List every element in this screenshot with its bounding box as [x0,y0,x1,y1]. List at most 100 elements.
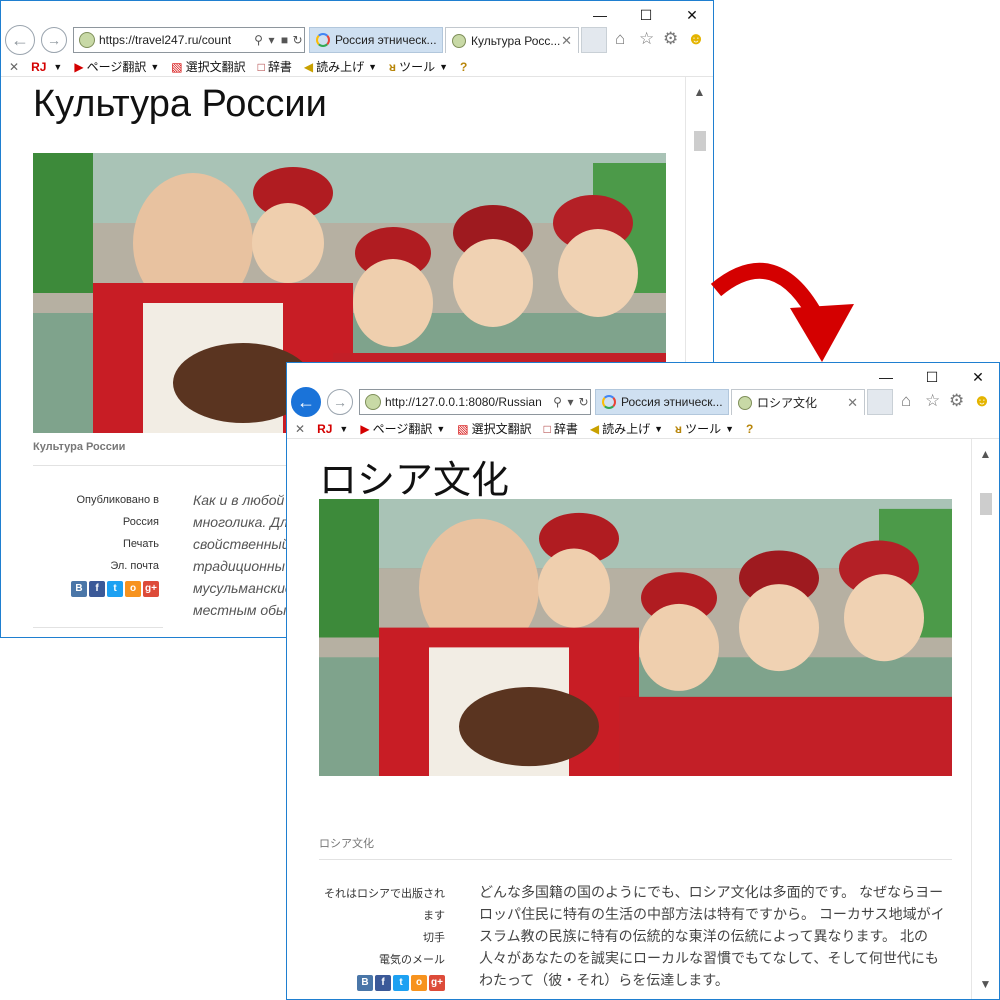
scroll-down-icon[interactable]: ▼ [972,977,999,991]
twitter-icon[interactable]: t [393,975,409,991]
odnoklassniki-icon[interactable]: o [411,975,427,991]
speaker-icon: ◀ [589,421,600,436]
facebook-icon[interactable]: f [375,975,391,991]
meta-divider [33,627,163,628]
address-url[interactable]: http://127.0.0.1:8080/Russian [385,395,551,409]
help-icon: ? [746,421,754,436]
forward-button[interactable]: → [327,389,353,415]
print-link[interactable]: 切手 [307,927,445,949]
refresh-icon[interactable]: ↻ [577,395,590,409]
settings-gear-icon[interactable]: ⚙ [663,29,678,49]
email-link[interactable]: Эл. почта [41,555,159,577]
speaker-icon: ◀ [303,59,314,74]
read-aloud-button[interactable]: ◀ 読み上げ ▼ [304,58,377,75]
odnoklassniki-icon[interactable]: o [125,581,141,597]
selection-translate-label: 選択文翻訳 [185,60,246,74]
back-button[interactable]: ← [291,387,321,417]
scroll-up-icon[interactable]: ▲ [972,447,999,461]
play-icon: ▶ [360,421,370,436]
google-plus-icon[interactable]: g+ [429,975,445,991]
search-icon[interactable]: ⚲ [551,395,564,409]
dictionary-button[interactable]: □ 辞書 [258,58,292,75]
read-aloud-button[interactable]: ◀ 読み上げ ▼ [590,420,663,437]
navigation-row: ← → https://travel247.ru/count ⚲ ▾ ■ ↻ Р… [1,23,713,57]
rj-menu[interactable]: RJ ▼ [317,422,348,436]
smiley-feedback-icon[interactable]: ☻ [687,29,705,49]
share-buttons: В f t o g+ [307,975,445,991]
home-icon[interactable]: ⌂ [615,29,625,49]
close-toolbar-icon[interactable]: ✕ [9,60,19,74]
article-body: どんな多国籍の国のようにでも、ロシア文化は多面的です。 なぜならヨー ロッパ住民… [479,881,949,991]
dictionary-icon: □ [257,59,265,74]
vertical-scrollbar[interactable]: ▲ ▼ [971,439,999,999]
transition-arrow-icon [710,262,854,362]
email-link[interactable]: 電気のメール [307,949,445,971]
address-url[interactable]: https://travel247.ru/count [99,33,252,47]
body-line: わたって（彼・それ）らを伝達します。 [479,972,729,988]
scroll-thumb[interactable] [980,493,992,515]
tools-label: ツール [399,60,436,74]
close-tab-icon[interactable]: ✕ [561,33,572,49]
page-content: ロシア文化 ロシア文化 それはロシアで出版され ます 切手 電気のメール В f… [287,439,971,999]
forward-button[interactable]: → [41,27,67,53]
published-location-link[interactable]: ます [307,905,445,927]
selection-icon: ▧ [457,421,469,436]
selection-translate-button[interactable]: ▧ 選択文翻訳 [171,58,245,75]
tools-button[interactable]: ᴚ ツール ▼ [675,420,734,437]
dropdown-icon[interactable]: ▾ [564,395,577,409]
tab-google[interactable]: Россия этническ... [595,389,729,415]
page-title: Культура России [33,83,327,125]
tools-label: ツール [685,422,722,436]
selection-translate-button[interactable]: ▧ 選択文翻訳 [457,420,531,437]
page-translate-label: ページ翻訳 [372,422,433,436]
address-bar[interactable]: https://travel247.ru/count ⚲ ▾ ■ ↻ [73,27,305,53]
back-button[interactable]: ← [5,25,35,55]
tab-label: ロシア文化 [757,396,818,410]
published-label: それはロシアで出版され [324,888,445,900]
vk-icon[interactable]: В [357,975,373,991]
play-icon: ▶ [74,59,84,74]
print-link[interactable]: Печать [41,533,159,555]
twitter-icon[interactable]: t [107,581,123,597]
smiley-feedback-icon[interactable]: ☻ [973,391,991,411]
favorites-star-icon[interactable]: ☆ [639,29,654,49]
favorites-star-icon[interactable]: ☆ [925,391,940,411]
tab-current[interactable]: Культура Росс... ✕ [445,27,579,53]
address-bar[interactable]: http://127.0.0.1:8080/Russian ⚲ ▾ ↻ [359,389,591,415]
google-icon [602,395,616,409]
divider [319,859,952,860]
tab-label: Россия этническ... [335,33,437,47]
new-tab-button[interactable] [867,389,893,415]
home-icon[interactable]: ⌂ [901,391,911,411]
refresh-icon[interactable]: ↻ [291,33,304,47]
rj-menu[interactable]: RJ ▼ [31,60,62,74]
body-line: スラム教の民族に特有の伝統的な東洋の伝統によって異なります。 北の [479,928,928,944]
facebook-icon[interactable]: f [89,581,105,597]
close-tab-icon[interactable]: ✕ [847,395,858,411]
site-favicon-icon [79,32,95,48]
page-translate-button[interactable]: ▶ ページ翻訳 ▼ [360,420,445,437]
help-button[interactable]: ? [746,422,756,436]
lock-icon: ■ [280,33,289,47]
browser-window-translated: — ☐ ✕ ← → http://127.0.0.1:8080/Russian … [286,362,1000,1000]
dictionary-button[interactable]: □ 辞書 [544,420,578,437]
scroll-up-icon[interactable]: ▲ [686,85,713,99]
settings-gear-icon[interactable]: ⚙ [949,391,964,411]
screenshot-stage: — ☐ ✕ ← → https://travel247.ru/count ⚲ ▾… [0,0,1000,1000]
page-translate-label: ページ翻訳 [86,60,147,74]
google-plus-icon[interactable]: g+ [143,581,159,597]
help-button[interactable]: ? [460,60,470,74]
tab-current[interactable]: ロシア文化 ✕ [731,389,865,415]
new-tab-button[interactable] [581,27,607,53]
search-icon[interactable]: ⚲ [252,33,265,47]
published-location-link[interactable]: Россия [41,511,159,533]
photo-caption: ロシア文化 [319,838,374,850]
tools-button[interactable]: ᴚ ツール ▼ [389,58,448,75]
vk-icon[interactable]: В [71,581,87,597]
tab-google[interactable]: Россия этническ... [309,27,443,53]
article-meta: それはロシアで出版され ます 切手 電気のメール В f t o g+ [307,883,445,991]
dropdown-icon[interactable]: ▾ [265,33,278,47]
scroll-thumb[interactable] [694,131,706,151]
page-translate-button[interactable]: ▶ ページ翻訳 ▼ [74,58,159,75]
close-toolbar-icon[interactable]: ✕ [295,422,305,436]
